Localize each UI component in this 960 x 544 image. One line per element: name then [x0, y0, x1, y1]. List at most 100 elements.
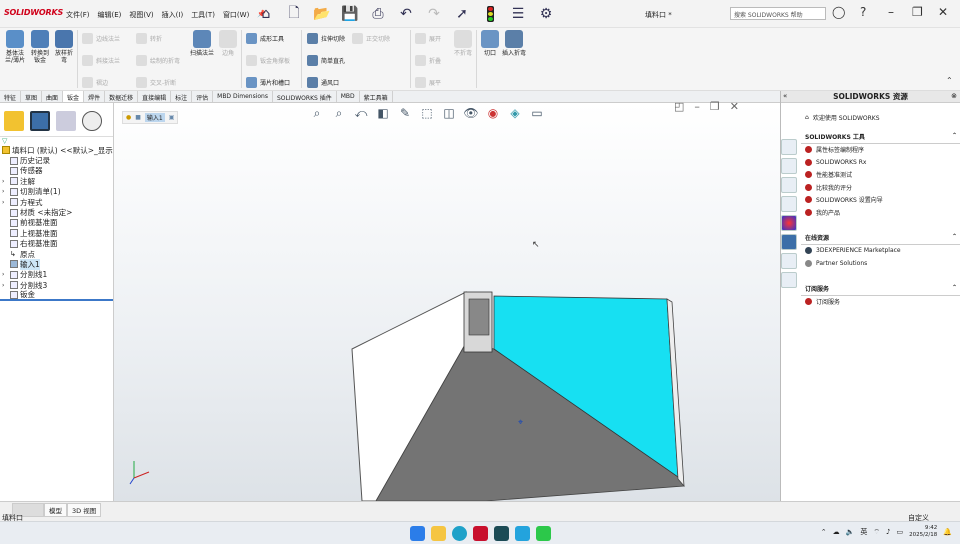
tab-weldments[interactable]: 焊件 — [84, 91, 106, 102]
windows-start-icon[interactable] — [410, 526, 425, 541]
cross-break-button[interactable]: 交叉-折断 — [136, 77, 176, 88]
convert-to-sheet-metal-button[interactable]: 转换到钣金 — [29, 30, 51, 64]
menu-view[interactable]: 视图(V) — [129, 10, 153, 20]
tree-item-history[interactable]: 历史记录 — [0, 155, 113, 165]
tab-mbd[interactable]: MBD — [337, 91, 360, 102]
subscription-link[interactable]: 订阅服务 — [801, 296, 960, 309]
feishu-icon[interactable] — [515, 526, 530, 541]
no-bends-button[interactable]: 不折弯 — [452, 30, 474, 57]
speaker-volume-icon[interactable]: 🔈 — [846, 528, 855, 536]
menu-window[interactable]: 窗口(W) — [223, 10, 249, 20]
subscription-section-header[interactable]: 订阅服务 ⌃ — [801, 282, 960, 296]
tools-section-header[interactable]: SOLIDWORKS 工具 ⌃ — [801, 130, 960, 144]
welcome-link[interactable]: ⌂ 欢迎使用 SOLIDWORKS — [801, 111, 960, 124]
file-properties-icon[interactable]: ☰ — [507, 3, 529, 25]
tree-item-import1[interactable]: 输入1 — [0, 259, 113, 270]
tab-toolbox[interactable]: 紫工具箱 — [360, 91, 393, 102]
notification-bell-icon[interactable]: 🔔 — [943, 528, 952, 536]
swept-flange-button[interactable]: 扫描法兰 — [190, 30, 214, 57]
clock[interactable]: 9:42 2025/2/18 — [909, 525, 937, 539]
tree-item-sheet-metal[interactable]: 钣金 — [0, 290, 113, 301]
minimize-icon[interactable]: – — [888, 5, 894, 19]
tool-link[interactable]: SOLIDWORKS 设置向导 — [801, 194, 960, 207]
edge-browser-icon[interactable] — [452, 526, 467, 541]
cloud-icon[interactable]: ☁ — [833, 528, 840, 536]
tool-link[interactable]: SOLIDWORKS Rx — [801, 156, 960, 169]
property-manager-tab-icon[interactable] — [30, 111, 50, 131]
open-icon[interactable]: 📂 — [311, 3, 333, 25]
input-method-indicator[interactable]: 英 — [860, 527, 867, 537]
fold-button[interactable]: 折叠 — [415, 55, 441, 66]
save-icon[interactable]: 💾 — [339, 3, 361, 25]
expand-chevron-icon[interactable]: › — [2, 271, 10, 278]
tab-sketch[interactable]: 草图 — [21, 91, 43, 102]
vent-button[interactable]: 通风口 — [307, 77, 339, 88]
flatten-button[interactable]: 展平 — [415, 77, 441, 88]
tool-link[interactable]: 我的产品 — [801, 206, 960, 219]
tree-item-annotations[interactable]: › 注解 — [0, 176, 113, 186]
view-palette-icon[interactable] — [781, 196, 797, 212]
tree-item-top-plane[interactable]: 上视基准面 — [0, 228, 113, 238]
tree-item-origin[interactable]: ↳ 原点 — [0, 249, 113, 259]
tree-item-sensors[interactable]: 传感器 — [0, 166, 113, 176]
battery-icon[interactable]: ▭ — [896, 528, 903, 536]
rip-button[interactable]: 切口 — [479, 30, 501, 57]
graphics-viewport[interactable]: ● ■ 输入1 ▣ ⌕ ⌕ ⤺ ◧ ✎ ⬚ ◫ 👁 ◉ ◈ ▭ ◰ – ❐ ✕ … — [114, 100, 780, 501]
tree-item-front-plane[interactable]: 前视基准面 — [0, 218, 113, 228]
miter-flange-button[interactable]: 斜接法兰 — [82, 55, 120, 66]
appearances-icon[interactable] — [781, 215, 797, 231]
collapse-ribbon-icon[interactable]: ⌃ — [946, 76, 953, 85]
tool-link[interactable]: 属性标签编制程序 — [801, 144, 960, 157]
sheet-metal-gusset-button[interactable]: 钣金角撑板 — [246, 55, 290, 66]
unfold-button[interactable]: 展开 — [415, 33, 441, 44]
expand-chevron-icon[interactable]: › — [2, 188, 10, 195]
file-explorer-icon[interactable] — [431, 526, 446, 541]
tool-link[interactable]: 比较我的评分 — [801, 181, 960, 194]
tab-data-migration[interactable]: 数据迁移 — [105, 91, 139, 102]
design-library-icon[interactable] — [781, 158, 797, 174]
home-icon[interactable]: ⌂ — [255, 3, 277, 25]
model-slot[interactable] — [468, 298, 490, 336]
extruded-cut-button[interactable]: 拉伸切除 — [307, 33, 345, 44]
insert-bends-button[interactable]: 插入折弯 — [502, 30, 526, 57]
tree-item-material[interactable]: 材质 <未指定> — [0, 207, 113, 217]
task-pane-pin-icon[interactable]: ⊗ — [951, 92, 957, 100]
feature-manager-tab-icon[interactable] — [4, 111, 24, 131]
select-cursor-icon[interactable]: ➚ — [451, 3, 473, 25]
hem-button[interactable]: 褶边 — [82, 77, 108, 88]
menu-insert[interactable]: 插入(I) — [162, 10, 184, 20]
jog-button[interactable]: 转折 — [136, 33, 162, 44]
options-gear-icon[interactable]: ⚙ — [535, 3, 557, 25]
tab-mbd-dimensions[interactable]: MBD Dimensions — [213, 91, 273, 102]
tab-markup[interactable]: 标注 — [171, 91, 193, 102]
tab-3d-view[interactable]: 3D 视图 — [67, 503, 102, 517]
sheet-metal-model[interactable]: ⌖ — [114, 103, 780, 501]
expand-chevron-icon[interactable]: › — [2, 282, 10, 289]
tab-and-slot-button[interactable]: 薄片和槽口 — [246, 77, 290, 88]
tab-direct-editing[interactable]: 直接编辑 — [138, 91, 172, 102]
custom-properties-icon[interactable] — [781, 234, 797, 250]
tab-solidworks-addins[interactable]: SOLIDWORKS 插件 — [273, 91, 337, 102]
partner-link[interactable]: Partner Solutions — [801, 257, 960, 270]
settings-icon[interactable] — [781, 272, 797, 288]
wifi-icon[interactable]: ⌔ — [873, 528, 880, 537]
simple-hole-button[interactable]: 简单直孔 — [307, 55, 345, 66]
rebuild-traffic-light-icon[interactable] — [479, 3, 501, 25]
volume-icon[interactable]: ♪ — [886, 528, 890, 536]
menu-edit[interactable]: 编辑(E) — [98, 10, 122, 20]
tab-surfaces[interactable]: 曲面 — [42, 91, 64, 102]
help-search-input[interactable]: 搜索 SOLIDWORKS 帮助 — [730, 7, 826, 20]
tab-evaluate[interactable]: 评估 — [192, 91, 214, 102]
expand-chevron-icon[interactable]: › — [2, 178, 10, 185]
user-icon[interactable]: ◯ — [832, 5, 845, 19]
configuration-manager-tab-icon[interactable] — [56, 111, 76, 131]
tray-overflow-icon[interactable]: ⌃ — [821, 528, 827, 536]
tab-features[interactable]: 特征 — [0, 91, 22, 102]
task-pane-collapse-icon[interactable]: « — [783, 92, 787, 100]
print-icon[interactable]: ⎙ — [367, 3, 389, 25]
help-icon[interactable]: ? — [860, 5, 866, 19]
edge-flange-button[interactable]: 边线法兰 — [82, 33, 120, 44]
new-document-icon[interactable]: 🗋 — [283, 3, 305, 25]
community-section-header[interactable]: 在线资源 ⌃ — [801, 231, 960, 245]
tree-item-cut-list[interactable]: › 切割清单(1) — [0, 187, 113, 197]
